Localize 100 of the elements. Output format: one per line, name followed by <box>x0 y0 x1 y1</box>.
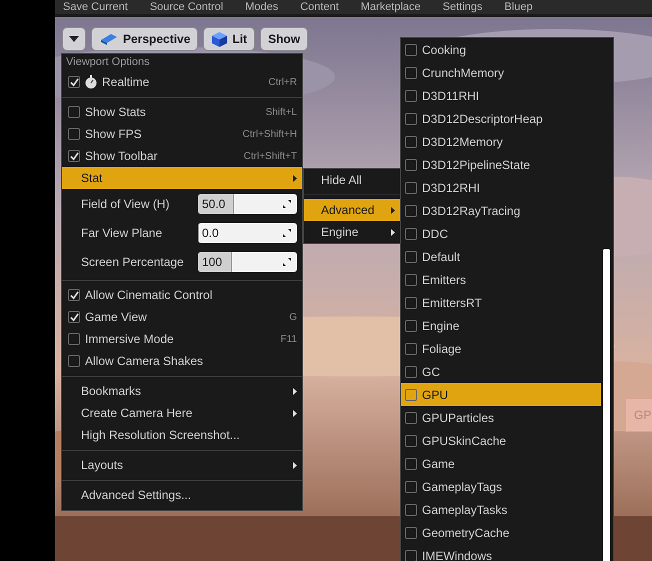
checkbox-item[interactable]: GPUParticles <box>401 406 601 429</box>
resize-icon <box>283 228 291 236</box>
checkbox[interactable] <box>68 128 80 140</box>
checkbox[interactable] <box>405 158 417 170</box>
checkbox[interactable] <box>405 204 417 216</box>
menu-item[interactable]: Show Stats Shift+L <box>62 101 302 123</box>
menu-header: Viewport Options <box>65 55 151 70</box>
checkbox-item[interactable]: DDC <box>401 222 601 245</box>
menu-item[interactable]: High Resolution Screenshot... <box>62 424 302 446</box>
checkbox-item[interactable]: D3D12PipelineState <box>401 153 601 176</box>
checkbox[interactable] <box>68 289 80 301</box>
number-field[interactable]: 100 <box>198 252 297 272</box>
checkbox-item[interactable]: GameplayTasks <box>401 498 601 521</box>
checkbox[interactable] <box>68 106 80 118</box>
submenu-item[interactable]: Engine <box>304 221 400 243</box>
cube-icon <box>211 30 228 48</box>
tooltip: GP <box>625 398 652 432</box>
submenu-item[interactable]: Create Camera Here <box>62 402 302 424</box>
menu-bar-item[interactable]: Bluep <box>504 1 533 13</box>
menu-item[interactable]: Immersive Mode F11 <box>62 328 302 350</box>
shortcut-text: Shift+L <box>266 106 297 118</box>
checkbox[interactable] <box>405 320 417 332</box>
checkbox-item[interactable]: GameplayTags <box>401 475 601 498</box>
menu-bar-item[interactable]: Settings <box>442 1 482 13</box>
checkbox[interactable] <box>68 76 80 88</box>
checkbox[interactable] <box>405 480 417 492</box>
checkbox-item[interactable]: Engine <box>401 314 601 337</box>
shortcut-text: G <box>289 312 297 322</box>
checkbox[interactable] <box>405 434 417 446</box>
submenu-item[interactable]: Layouts <box>62 454 302 476</box>
checkbox-item[interactable]: IMEWindows <box>401 544 601 561</box>
checkbox-item[interactable]: D3D11RHI <box>401 84 601 107</box>
checkbox-item[interactable]: D3D12RHI <box>401 176 601 199</box>
shortcut-text: Ctrl+Shift+H <box>242 128 297 140</box>
checkbox[interactable] <box>405 44 417 56</box>
menu-bar-item[interactable]: Content <box>300 1 339 13</box>
checkbox-item[interactable]: Game <box>401 452 601 475</box>
field-label: Field of View (H) <box>81 196 170 210</box>
checkbox[interactable] <box>68 333 80 345</box>
checkbox-item[interactable]: GC <box>401 360 601 383</box>
checkbox[interactable] <box>405 526 417 538</box>
checkbox-item[interactable]: GPU <box>401 383 601 406</box>
field-label: Far View Plane <box>81 226 164 240</box>
menu-item[interactable]: Allow Cinematic Control <box>62 284 302 306</box>
view-button[interactable]: Lit <box>203 27 256 51</box>
menu-item[interactable]: Advanced Settings... <box>62 484 302 506</box>
checkbox[interactable] <box>405 90 417 102</box>
checkbox[interactable] <box>405 366 417 378</box>
checkbox-item[interactable]: Default <box>401 245 601 268</box>
arrow-icon <box>293 410 297 416</box>
number-field[interactable]: 0.0 <box>198 222 297 242</box>
checkbox-item[interactable]: EmittersRT <box>401 291 601 314</box>
checkbox[interactable] <box>405 412 417 424</box>
menu-bar-item[interactable]: Save Current <box>63 1 128 13</box>
checkbox[interactable] <box>405 458 417 470</box>
checkbox[interactable] <box>405 504 417 516</box>
menu-item[interactable]: Hide All <box>304 169 400 191</box>
checkbox-item[interactable]: CrunchMemory <box>401 61 601 84</box>
arrow-icon <box>293 462 297 468</box>
menu-item[interactable]: Realtime Ctrl+R <box>62 71 302 93</box>
checkbox-item[interactable]: D3D12Memory <box>401 130 601 153</box>
checkbox[interactable] <box>405 296 417 308</box>
checkbox-item[interactable]: D3D12DescriptorHeap <box>401 107 601 130</box>
checkbox[interactable] <box>405 136 417 148</box>
checkbox-item[interactable]: GeometryCache <box>401 521 601 544</box>
menu-bar-item[interactable]: Marketplace <box>360 1 421 13</box>
checkbox[interactable] <box>405 182 417 194</box>
checkbox[interactable] <box>405 274 417 286</box>
menu-item[interactable]: Game View G <box>62 306 302 328</box>
checkbox[interactable] <box>68 355 80 367</box>
menu-item[interactable]: Show Toolbar Ctrl+Shift+T <box>62 145 302 167</box>
checkbox-item[interactable]: Emitters <box>401 268 601 291</box>
checkbox-item[interactable]: Foliage <box>401 337 601 360</box>
resize-icon <box>283 258 291 266</box>
submenu-item[interactable]: Advanced <box>304 199 400 221</box>
checkbox-item[interactable]: GPUSkinCache <box>401 429 601 452</box>
menu-item[interactable]: Show FPS Ctrl+Shift+H <box>62 123 302 145</box>
scrollbar-thumb[interactable] <box>603 249 610 561</box>
checkbox-item[interactable]: Cooking <box>401 38 601 61</box>
checkbox[interactable] <box>405 112 417 124</box>
checkbox[interactable] <box>405 250 417 262</box>
checkbox[interactable] <box>405 66 417 78</box>
view-button[interactable]: Perspective <box>91 27 198 51</box>
menu-bar-item[interactable]: Source Control <box>150 1 224 13</box>
checkbox[interactable] <box>68 311 80 323</box>
arrow-icon <box>391 228 395 236</box>
checkbox[interactable] <box>405 342 417 354</box>
menu-bar-item[interactable]: Modes <box>245 1 278 13</box>
resize-icon <box>283 200 291 208</box>
number-field[interactable]: 50.0 <box>198 194 297 214</box>
checkbox[interactable] <box>68 150 80 162</box>
checkbox-item[interactable]: D3D12RayTracing <box>401 199 601 222</box>
dropdown-button[interactable] <box>62 27 86 51</box>
menu-item[interactable]: Allow Camera Shakes <box>62 350 302 372</box>
view-button[interactable]: Show <box>260 27 308 51</box>
checkbox[interactable] <box>405 550 417 561</box>
submenu-item[interactable]: Stat <box>62 167 302 189</box>
submenu-item[interactable]: Bookmarks <box>62 380 302 402</box>
checkbox[interactable] <box>405 228 417 240</box>
checkbox[interactable] <box>405 388 417 400</box>
